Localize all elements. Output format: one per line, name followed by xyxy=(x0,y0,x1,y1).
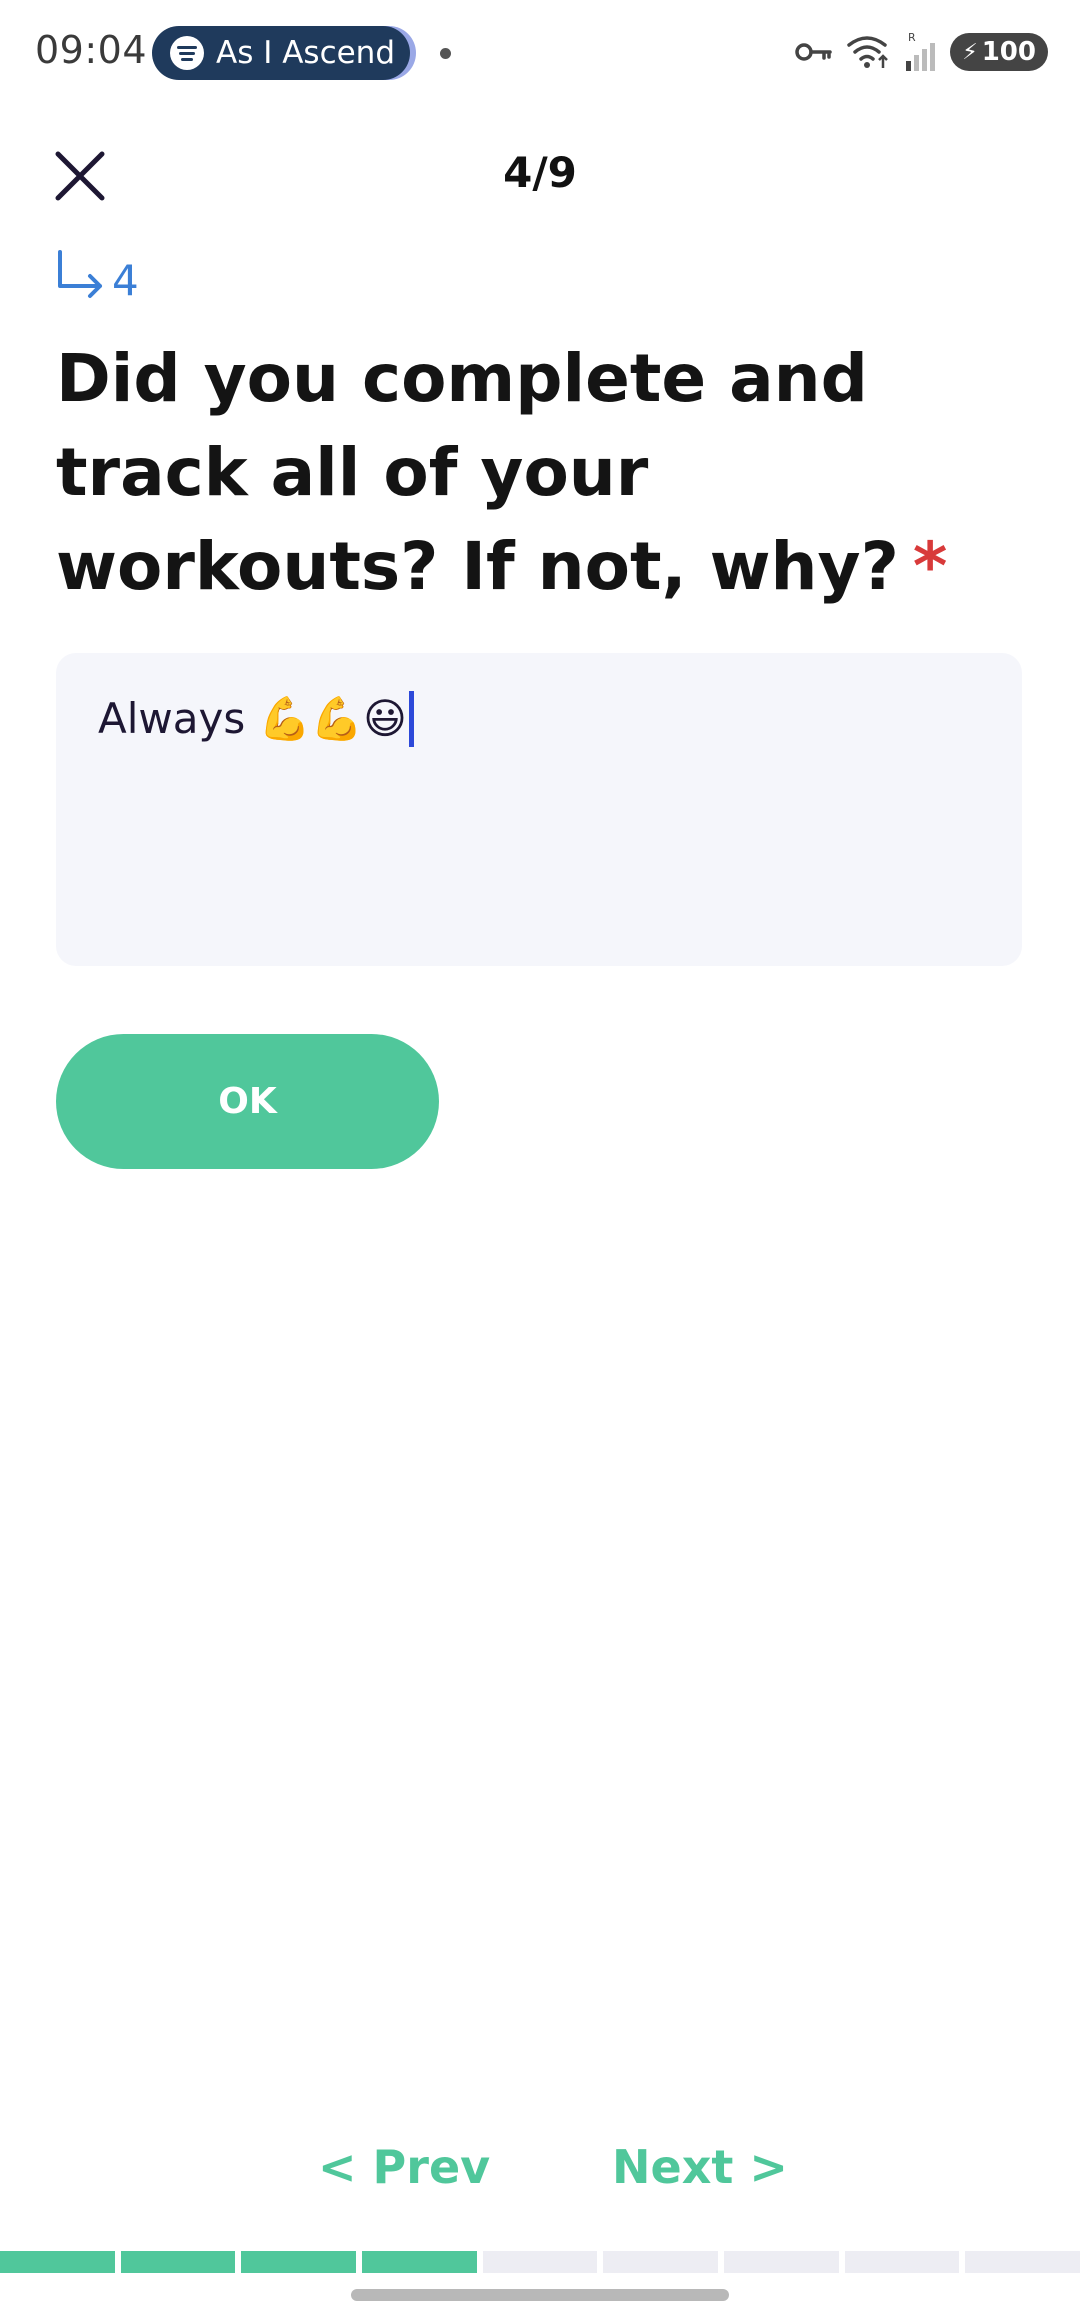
media-title: As I Ascend xyxy=(216,35,396,71)
status-icons: R ⚡ 100 xyxy=(794,30,1048,74)
step-counter: 4/9 xyxy=(503,148,577,197)
arrow-turn-down-right-icon xyxy=(58,250,102,298)
home-indicator[interactable] xyxy=(351,2289,729,2301)
answer-textarea[interactable]: Always 💪💪😃 xyxy=(56,653,1022,966)
progress-segment xyxy=(603,2251,719,2273)
form-screen: 09:04 As I Ascend R ⚡ 100 4/9 4 Did you … xyxy=(0,0,1080,2316)
battery-level: 100 xyxy=(981,37,1036,67)
media-playback-chip[interactable]: As I Ascend xyxy=(152,26,410,80)
progress-segment xyxy=(241,2251,357,2273)
signal-icon: R xyxy=(906,31,936,71)
progress-segment xyxy=(0,2251,115,2273)
answer-value: Always 💪💪😃 xyxy=(98,694,407,743)
progress-segment xyxy=(844,2251,960,2273)
progress-segment xyxy=(120,2251,236,2273)
battery-indicator: ⚡ 100 xyxy=(950,33,1048,71)
svg-text:R: R xyxy=(908,31,916,44)
status-time: 09:04 xyxy=(35,28,148,72)
text-cursor xyxy=(408,691,414,747)
spotify-icon xyxy=(170,36,204,70)
prev-button[interactable]: < Prev xyxy=(318,2140,490,2194)
progress-segment xyxy=(724,2251,839,2273)
wifi-icon xyxy=(847,36,889,68)
required-mark: * xyxy=(912,528,948,605)
question-text: Did you complete and track all of your w… xyxy=(56,332,1036,614)
next-button[interactable]: Next > xyxy=(612,2140,788,2194)
ok-button[interactable]: OK xyxy=(56,1034,439,1169)
battery-icon: ⚡ xyxy=(962,39,978,65)
status-bar: 09:04 As I Ascend R ⚡ 100 xyxy=(0,0,1080,104)
progress-segment xyxy=(965,2251,1080,2273)
question-number-label: 4 xyxy=(112,256,139,305)
progress-segment xyxy=(482,2251,598,2273)
question-label: Did you complete and track all of your w… xyxy=(56,340,899,605)
progress-bar xyxy=(0,2251,1080,2273)
progress-segment xyxy=(362,2251,477,2273)
question-number: 4 xyxy=(56,250,139,302)
key-icon xyxy=(795,43,833,61)
notification-dot xyxy=(440,48,451,59)
